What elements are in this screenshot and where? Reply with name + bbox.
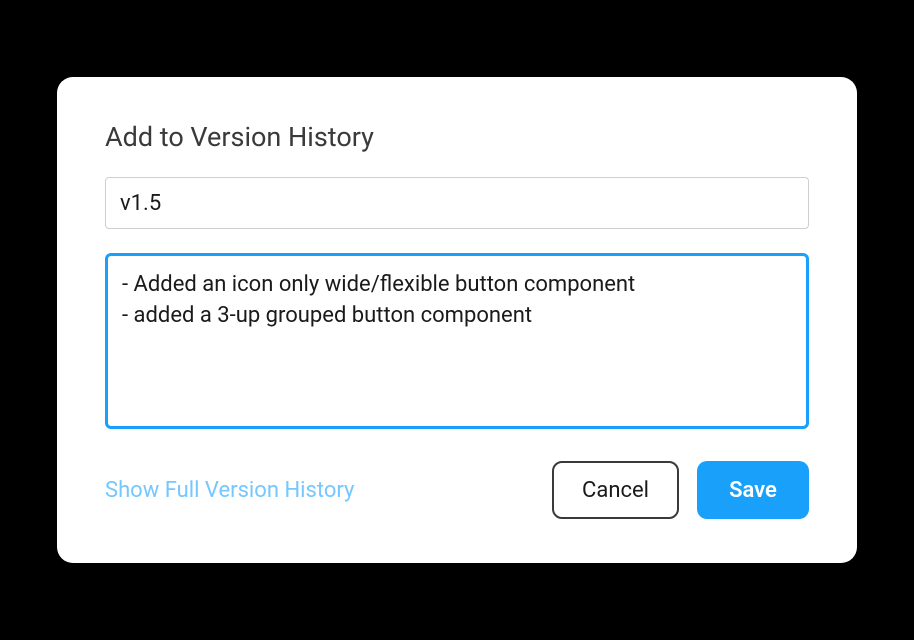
cancel-button[interactable]: Cancel <box>552 461 679 519</box>
footer-buttons: Cancel Save <box>552 461 809 519</box>
dialog-footer: Show Full Version History Cancel Save <box>105 461 809 519</box>
version-input[interactable] <box>105 177 809 229</box>
dialog-title: Add to Version History <box>105 121 809 153</box>
save-button[interactable]: Save <box>697 461 809 519</box>
show-full-history-link[interactable]: Show Full Version History <box>105 478 354 503</box>
version-history-dialog: Add to Version History Show Full Version… <box>57 77 857 563</box>
description-textarea[interactable] <box>105 253 809 429</box>
